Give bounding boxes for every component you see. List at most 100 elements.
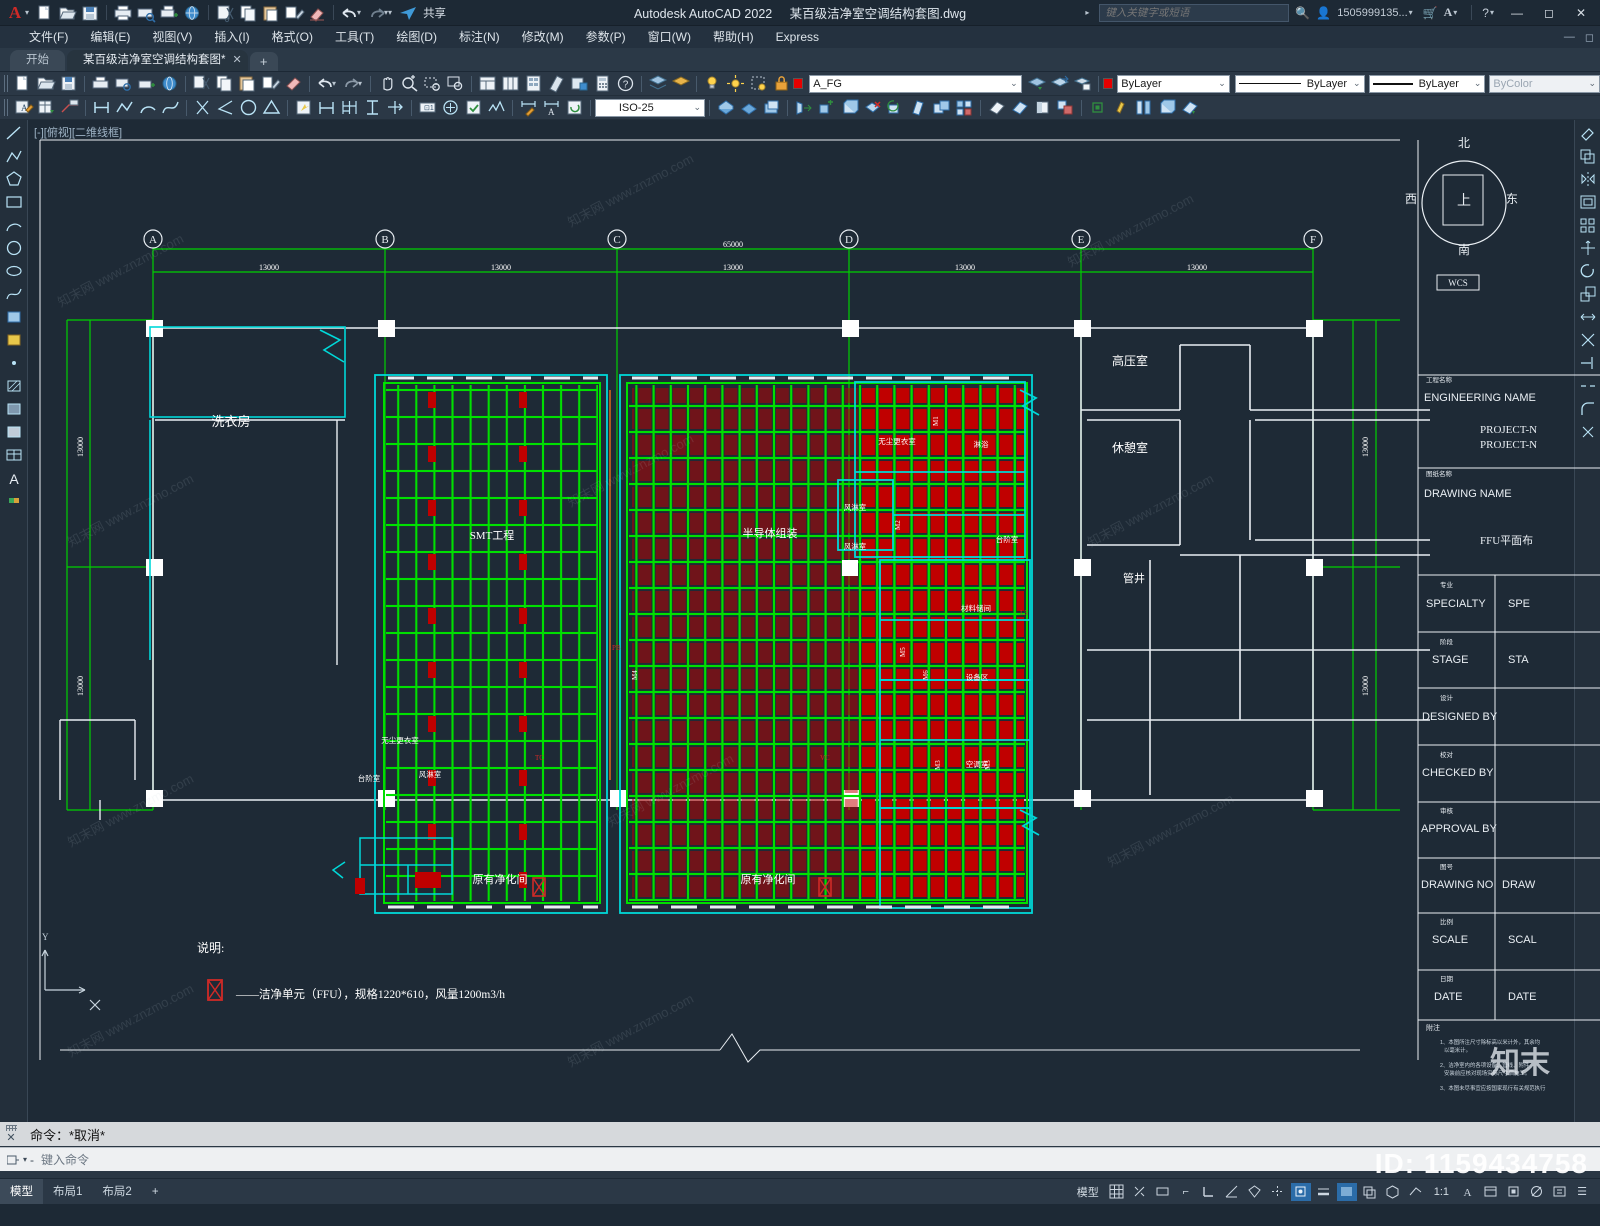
construction-line-icon[interactable]: [192, 97, 213, 118]
match-properties-icon[interactable]: [283, 3, 305, 23]
qat-caret-icon[interactable]: ▾: [25, 8, 29, 17]
toolbar2-grip[interactable]: [4, 99, 9, 116]
calculator-icon[interactable]: [592, 73, 613, 94]
plot-icon[interactable]: [90, 73, 111, 94]
autodesk-app-icon[interactable]: A: [1444, 5, 1453, 20]
dynamic-ucs-icon[interactable]: ⌐: [1176, 1183, 1196, 1201]
dim-reassociate-icon[interactable]: [564, 97, 585, 118]
extrude-icon[interactable]: [793, 97, 814, 118]
zoom-previous-icon[interactable]: [445, 73, 466, 94]
tool-palettes-icon[interactable]: [523, 73, 544, 94]
paste-icon[interactable]: [237, 73, 258, 94]
layout-tab-layout1[interactable]: 布局1: [43, 1179, 92, 1205]
help-icon[interactable]: ?: [1482, 6, 1489, 20]
3d-rotate-icon[interactable]: [738, 97, 759, 118]
doc-minimize-button[interactable]: —: [1564, 31, 1575, 44]
erase-icon[interactable]: [306, 3, 328, 23]
save-icon[interactable]: [79, 3, 101, 23]
plot-preview-icon[interactable]: [135, 3, 157, 23]
match-properties-icon[interactable]: [260, 73, 281, 94]
isolate-objects-icon[interactable]: [1526, 1183, 1546, 1201]
color-dropdown-icon[interactable]: ⌄: [1218, 78, 1226, 89]
layout-tab-layout2[interactable]: 布局2: [92, 1179, 141, 1205]
new-icon[interactable]: [12, 73, 33, 94]
dim-update-icon[interactable]: [463, 97, 484, 118]
markup-icon[interactable]: [569, 73, 590, 94]
copy-icon[interactable]: [214, 73, 235, 94]
infer-constraints-icon[interactable]: [1153, 1183, 1173, 1201]
properties-palette-icon[interactable]: [477, 73, 498, 94]
text-icon[interactable]: A: [541, 97, 562, 118]
selection-cycling-icon[interactable]: [1360, 1183, 1380, 1201]
3d-slice-icon[interactable]: [908, 97, 929, 118]
plot-icon[interactable]: [112, 3, 134, 23]
command-handle[interactable]: ✕: [0, 1122, 22, 1146]
dimstyle-dropdown-icon[interactable]: ⌄: [693, 102, 701, 113]
section-icon[interactable]: [1179, 97, 1200, 118]
layout-tab-model[interactable]: 模型: [0, 1178, 43, 1205]
layer-lock-icon[interactable]: [771, 73, 792, 94]
aligned-dimension-icon[interactable]: [362, 97, 383, 118]
add-layout-button[interactable]: +: [142, 1179, 169, 1205]
menu-tools[interactable]: 工具(T): [324, 26, 385, 48]
visual-style-icon[interactable]: [986, 97, 1007, 118]
menu-file[interactable]: 文件(F): [18, 26, 79, 48]
menu-draw[interactable]: 绘图(D): [385, 26, 448, 48]
menu-view[interactable]: 视图(V): [141, 26, 203, 48]
quick-dimension-icon[interactable]: [293, 97, 314, 118]
dimstyle-control[interactable]: ISO-25 ⌄: [595, 98, 705, 117]
line-icon[interactable]: [91, 97, 112, 118]
sheetset-icon[interactable]: [546, 73, 567, 94]
layer-sun-icon[interactable]: [725, 73, 746, 94]
publish-icon[interactable]: [158, 3, 180, 23]
share-icon[interactable]: [397, 3, 419, 23]
text-style-icon[interactable]: A: [13, 97, 34, 118]
hardware-acceleration-icon[interactable]: [1503, 1183, 1523, 1201]
account-caret-icon[interactable]: ▾: [1409, 8, 1413, 17]
annotation-visibility-icon[interactable]: A: [1457, 1183, 1477, 1201]
menu-format[interactable]: 格式(O): [261, 26, 324, 48]
3d-subtract-icon[interactable]: [862, 97, 883, 118]
dim-style-icon[interactable]: [518, 97, 539, 118]
dynamic-input-icon[interactable]: [1406, 1183, 1426, 1201]
lineweight-dropdown-icon[interactable]: ⌄: [1474, 78, 1482, 89]
redo-icon[interactable]: [341, 73, 362, 94]
3d-union-icon[interactable]: [931, 97, 952, 118]
search-expand-icon[interactable]: ▸: [1085, 8, 1089, 17]
3d-box-icon[interactable]: [839, 97, 860, 118]
make-current-icon[interactable]: [1026, 73, 1047, 94]
paste-icon[interactable]: [260, 3, 282, 23]
grid-display-icon[interactable]: [1107, 1183, 1127, 1201]
app-caret-icon[interactable]: ▾: [1453, 8, 1457, 17]
cut-icon[interactable]: [191, 73, 212, 94]
lineweight-display-icon[interactable]: [1314, 1183, 1334, 1201]
ucs-icon[interactable]: [1087, 97, 1108, 118]
workspace-switching-icon[interactable]: [1480, 1183, 1500, 1201]
copy-icon[interactable]: [237, 3, 259, 23]
drawing-canvas[interactable]: A [-][俯视][二维线框] A B C D E F 65000 13000 …: [0, 120, 1600, 1122]
circle-icon[interactable]: [238, 97, 259, 118]
dim-edit-icon[interactable]: ⊡1: [417, 97, 438, 118]
annotation-scale[interactable]: 1:1: [1429, 1186, 1454, 1198]
user-avatar-icon[interactable]: 👤: [1316, 6, 1331, 20]
revision-cloud-icon[interactable]: [486, 97, 507, 118]
menu-window[interactable]: 窗口(W): [637, 26, 702, 48]
menu-express[interactable]: Express: [765, 26, 830, 48]
tab-start[interactable]: 开始: [10, 50, 65, 71]
layer-match-icon[interactable]: [1049, 73, 1070, 94]
layer-on-icon[interactable]: [702, 73, 723, 94]
multileader-style-icon[interactable]: [59, 97, 80, 118]
menu-dimension[interactable]: 标注(N): [448, 26, 511, 48]
publish-icon[interactable]: [136, 73, 157, 94]
zoom-window-icon[interactable]: [422, 73, 443, 94]
search-input[interactable]: [1099, 3, 1290, 22]
layer-color-swatch[interactable]: [792, 78, 804, 89]
light-icon[interactable]: [1110, 97, 1131, 118]
layer-freeze-icon[interactable]: [748, 73, 769, 94]
tab-drawing[interactable]: 某百级洁净室空调结构套图* ✕: [67, 50, 248, 71]
tab-close-icon[interactable]: ✕: [232, 50, 241, 71]
leader-dimension-icon[interactable]: [385, 97, 406, 118]
status-model-label[interactable]: 模型: [1072, 1184, 1104, 1200]
command-prefix-icons[interactable]: ▾ -: [0, 1153, 41, 1167]
render-icon[interactable]: [1032, 97, 1053, 118]
